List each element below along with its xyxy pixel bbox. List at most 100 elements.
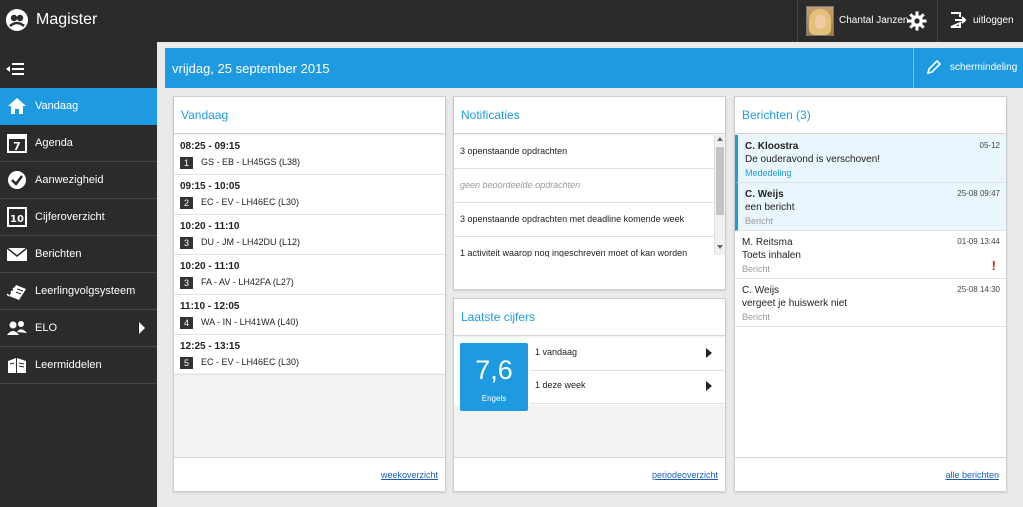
today-panel: Vandaag 08:25 - 09:15 1 GS - EB - LH45GS… bbox=[173, 96, 446, 492]
avatar[interactable] bbox=[806, 6, 834, 36]
collapse-menu-button[interactable] bbox=[0, 48, 157, 88]
lesson-hour-badge: 1 bbox=[180, 157, 193, 169]
message-subject: een bericht bbox=[745, 202, 795, 213]
latest-grades-panel: Laatste cijfers 7,6 Engels 1 vandaag 1 d… bbox=[453, 298, 726, 492]
lesson-description: EC - EV - LH46EC (L30) bbox=[201, 197, 300, 207]
chevron-right-icon bbox=[138, 322, 146, 334]
lesson-item[interactable]: 12:25 - 13:15 5 EC - EV - LH46EC (L30) bbox=[174, 335, 445, 375]
user-name[interactable]: Chantal Janzen bbox=[839, 15, 909, 26]
user-profile[interactable]: Chantal Janzen bbox=[797, 0, 938, 42]
lesson-time: 08:25 - 09:15 bbox=[180, 141, 241, 152]
message-subject: vergeet je huiswerk niet bbox=[742, 298, 848, 309]
message-date: 25-08 09:47 bbox=[957, 189, 1000, 198]
lesson-description: EC - EV - LH46EC (L30) bbox=[201, 357, 300, 367]
svg-text:10: 10 bbox=[10, 214, 24, 225]
sidebar-item-vandaag[interactable]: Vandaag bbox=[0, 88, 157, 125]
list-item[interactable]: 3 openstaande opdrachten bbox=[454, 135, 714, 169]
list-item[interactable]: 3 openstaande opdrachten met deadline ko… bbox=[454, 203, 714, 237]
chevron-right-icon bbox=[706, 348, 712, 358]
logout-icon bbox=[949, 11, 967, 29]
list-item[interactable]: 1 activiteit waarop nog ingeschreven moe… bbox=[454, 237, 714, 257]
message-item[interactable]: C. Weijs 25-08 14:30 vergeet je huiswerk… bbox=[735, 279, 1006, 327]
layout-settings-button[interactable]: schermindeling bbox=[913, 48, 1023, 88]
panel-footer: alle berichten bbox=[735, 457, 1006, 491]
message-sender: M. Reitsma bbox=[742, 237, 793, 248]
scroll-up-arrow-icon[interactable] bbox=[717, 137, 723, 141]
notebook-icon bbox=[6, 281, 28, 301]
grades-week-row[interactable]: 1 deze week bbox=[530, 371, 725, 404]
notification-text: geen beoordeelde opdrachten bbox=[460, 180, 581, 190]
scroll-thumb[interactable] bbox=[716, 147, 724, 215]
message-date: 01-09 13:44 bbox=[957, 237, 1000, 246]
lesson-item[interactable]: 10:20 - 11:10 3 FA - AV - LH42FA (L27) bbox=[174, 255, 445, 295]
panel-title: Laatste cijfers bbox=[461, 310, 536, 324]
sidebar-item-cijferoverzicht[interactable]: 10 Cijferoverzicht bbox=[0, 199, 157, 236]
grade-tile[interactable]: 7,6 Engels bbox=[460, 343, 528, 411]
calendar-icon: 7 bbox=[6, 133, 28, 153]
sidebar-item-label: Vandaag bbox=[35, 100, 79, 112]
message-type: Bericht bbox=[742, 264, 771, 274]
sidebar-item-label: Agenda bbox=[35, 137, 73, 149]
message-subject: Toets inhalen bbox=[742, 250, 801, 261]
message-sender: C. Kloostra bbox=[745, 141, 799, 152]
scroll-down-arrow-icon[interactable] bbox=[717, 245, 723, 249]
message-subject: De ouderavond is verschoven! bbox=[745, 154, 881, 165]
message-type: Bericht bbox=[745, 216, 774, 226]
message-date: 25-08 14:30 bbox=[957, 285, 1000, 294]
lesson-item[interactable]: 09:15 - 10:05 2 EC - EV - LH46EC (L30) bbox=[174, 175, 445, 215]
messages-panel: Berichten (3) C. Kloostra 05-12 De ouder… bbox=[734, 96, 1007, 492]
all-messages-link[interactable]: alle berichten bbox=[945, 470, 999, 480]
lesson-description: FA - AV - LH42FA (L27) bbox=[201, 277, 294, 287]
lesson-item[interactable]: 10:20 - 11:10 3 DU - JM - LH42DU (L12) bbox=[174, 215, 445, 255]
priority-flag-icon: ! bbox=[991, 258, 996, 273]
lesson-time: 09:15 - 10:05 bbox=[180, 181, 241, 192]
grades-today-row[interactable]: 1 vandaag bbox=[530, 338, 725, 371]
layout-settings-label: schermindeling bbox=[950, 62, 1018, 73]
envelope-icon bbox=[6, 244, 28, 264]
message-item[interactable]: M. Reitsma 01-09 13:44 Toets inhalen Ber… bbox=[735, 231, 1006, 279]
message-item[interactable]: C. Weijs 25-08 09:47 een bericht Bericht bbox=[735, 183, 1006, 231]
grade-row-label: 1 vandaag bbox=[535, 347, 578, 357]
collapse-menu-icon bbox=[5, 62, 25, 76]
panel-header: Laatste cijfers bbox=[454, 299, 725, 336]
panel-footer: periodeoverzicht bbox=[454, 457, 725, 491]
message-type: Bericht bbox=[742, 312, 771, 322]
sidebar: Vandaag 7 Agenda Aanwezigheid 10 Cijfero… bbox=[0, 42, 157, 507]
grade-subject: Engels bbox=[481, 394, 507, 403]
lesson-time: 12:25 - 13:15 bbox=[180, 341, 241, 352]
sidebar-item-aanwezigheid[interactable]: Aanwezigheid bbox=[0, 162, 157, 199]
period-overview-link[interactable]: periodeoverzicht bbox=[652, 470, 718, 480]
panel-header: Notificaties bbox=[454, 97, 725, 134]
top-bar: Magister Chantal Janzen uitloggen bbox=[0, 0, 1023, 42]
grade-row-label: 1 deze week bbox=[535, 380, 586, 390]
message-type: Mededeling bbox=[745, 168, 792, 178]
magister-logo-icon[interactable] bbox=[6, 9, 28, 31]
people-icon bbox=[6, 318, 28, 338]
list-item[interactable]: geen beoordeelde opdrachten bbox=[454, 169, 714, 203]
panel-header: Berichten (3) bbox=[735, 97, 1006, 134]
sidebar-item-leermiddelen[interactable]: Leermiddelen bbox=[0, 347, 157, 384]
lesson-hour-badge: 3 bbox=[180, 277, 193, 289]
scrollbar[interactable] bbox=[714, 135, 725, 255]
lesson-hour-badge: 4 bbox=[180, 317, 193, 329]
gear-icon[interactable] bbox=[907, 11, 927, 31]
sidebar-item-leerlingvolgsysteem[interactable]: Leerlingvolgsysteem bbox=[0, 273, 157, 310]
lesson-item[interactable]: 08:25 - 09:15 1 GS - EB - LH45GS (L38) bbox=[174, 135, 445, 175]
logout-button[interactable]: uitloggen bbox=[943, 0, 1023, 42]
lesson-item[interactable]: 11:10 - 12:05 4 WA - IN - LH41WA (L40) bbox=[174, 295, 445, 335]
lesson-time: 10:20 - 11:10 bbox=[180, 261, 240, 272]
sidebar-item-berichten[interactable]: Berichten bbox=[0, 236, 157, 273]
lesson-hour-badge: 2 bbox=[180, 197, 193, 209]
lesson-time: 11:10 - 12:05 bbox=[180, 301, 240, 312]
sidebar-item-elo[interactable]: ELO bbox=[0, 310, 157, 347]
message-sender: C. Weijs bbox=[745, 189, 784, 200]
notifications-panel: Notificaties 3 openstaande opdrachten ge… bbox=[453, 96, 726, 290]
sidebar-item-agenda[interactable]: 7 Agenda bbox=[0, 125, 157, 162]
message-item[interactable]: C. Kloostra 05-12 De ouderavond is versc… bbox=[735, 135, 1006, 183]
sidebar-item-label: Leermiddelen bbox=[35, 359, 102, 371]
sidebar-item-label: Aanwezigheid bbox=[35, 174, 104, 186]
notification-text: 1 activiteit waarop nog ingeschreven moe… bbox=[460, 248, 688, 257]
week-overview-link[interactable]: weekoverzicht bbox=[381, 470, 438, 480]
home-icon bbox=[6, 96, 28, 116]
current-date: vrijdag, 25 september 2015 bbox=[172, 61, 330, 76]
